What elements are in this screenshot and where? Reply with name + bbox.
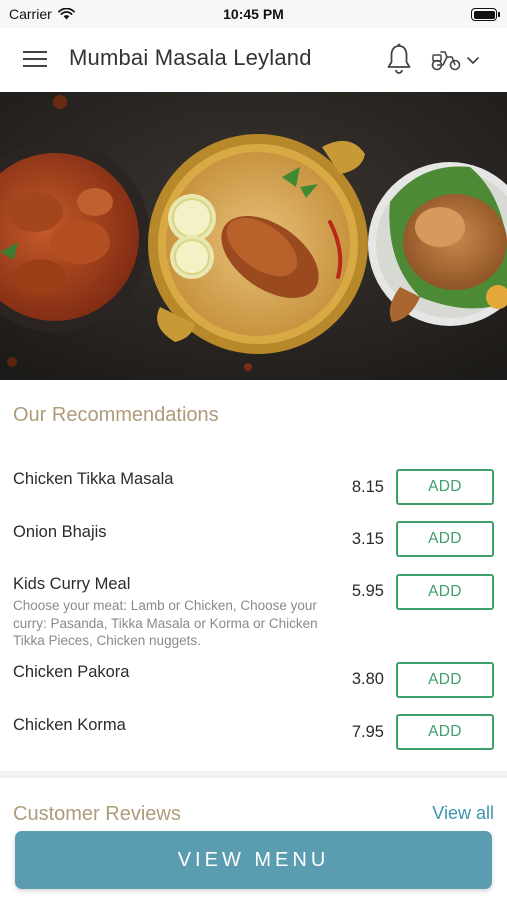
add-button[interactable]: ADD [396,714,494,750]
app-header: Mumbai Masala Leyland [0,28,507,92]
menu-icon[interactable] [20,46,50,74]
add-button[interactable]: ADD [396,574,494,610]
add-button[interactable]: ADD [396,469,494,505]
section-divider [0,771,507,778]
status-time: 10:45 PM [223,6,284,22]
dish-price: 3.15 [351,530,384,548]
add-button[interactable]: ADD [396,521,494,557]
battery-icon [471,8,500,21]
dish-description: Choose your meat: Lamb or Chicken, Choos… [13,598,318,648]
dish-name: Kids Curry Meal [13,575,131,593]
status-bar: Carrier 10:45 PM [0,0,507,28]
scooter-icon [431,51,461,71]
dish-name: Onion Bhajis [13,523,107,541]
dish-price: 7.95 [351,723,384,741]
dish-name: Chicken Tikka Masala [13,470,174,488]
dish-price: 8.15 [351,478,384,496]
hero-banner [0,92,507,380]
food-banner-image [0,92,507,380]
view-all-link[interactable]: View all [432,803,494,824]
view-menu-button[interactable]: VIEW MENU [15,831,492,889]
dish-name: Chicken Pakora [13,663,130,681]
dish-price: 3.80 [351,670,384,688]
restaurant-title: Mumbai Masala Leyland [69,45,312,70]
dish-price: 5.95 [351,582,384,600]
chevron-down-icon [467,57,479,64]
add-button[interactable]: ADD [396,662,494,698]
recommendations-title: Our Recommendations [13,404,219,426]
reviews-title: Customer Reviews [13,803,181,825]
delivery-mode-toggle[interactable] [430,46,490,74]
bell-icon[interactable] [384,42,414,76]
dish-name: Chicken Korma [13,716,126,734]
